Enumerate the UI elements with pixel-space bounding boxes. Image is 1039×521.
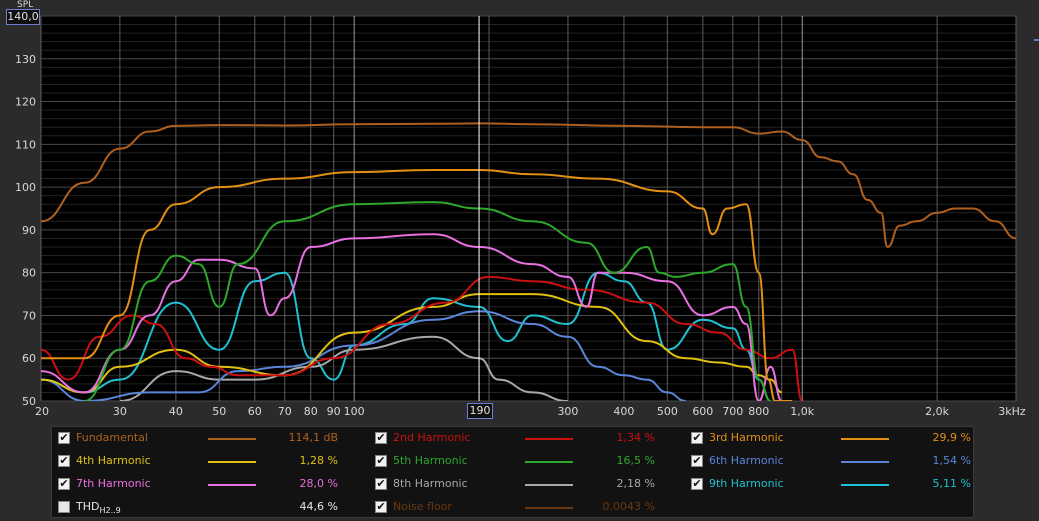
legend-swatch [525,461,573,463]
x-tick-label: 2,0k [925,405,949,418]
y-tick-label: 70 [22,309,36,322]
legend-name: 8th Harmonic [393,477,468,490]
x-tick-label: 60 [248,405,262,418]
legend-value: 0,0043 % [602,500,655,513]
x-tick-label: 3kHz [998,405,1026,418]
x-tick-label: 400 [613,405,634,418]
y-tick-label: 60 [22,352,36,365]
x-tick-label: 600 [692,405,713,418]
legend-checkbox-4th-harmonic[interactable]: ✔ [58,455,70,467]
x-tick-label: 30 [113,405,127,418]
legend-value: 16,5 % [616,454,655,467]
legend-checkbox-9th-harmonic[interactable]: ✔ [691,478,703,490]
x-tick-label: 50 [212,405,226,418]
legend-item-noise-floor[interactable]: ✔ Noise floor 0,0043 % [373,498,673,518]
legend-swatch [525,438,573,440]
legend-checkbox-noise-floor[interactable]: ✔ [375,501,387,513]
legend-name-subscript: H2..9 [99,506,121,516]
y-tick-label: 110 [15,138,36,151]
legend-swatch [525,507,573,509]
legend-value: 114,1 dB [288,431,338,444]
y-readout-box[interactable]: 140,0 [6,9,40,25]
y-tick-label: 90 [22,224,36,237]
legend-value: 29,9 % [932,431,971,444]
legend-item-thd[interactable]: THDH2..9 44,6 % [56,498,356,518]
y-tick-label: 130 [15,53,36,66]
legend-checkbox-7th-harmonic[interactable]: ✔ [58,478,70,490]
legend-item-8th-harmonic[interactable]: ✔ 8th Harmonic 2,18 % [373,475,673,495]
legend-value: 5,11 % [932,477,971,490]
y-tick-label: 50 [22,395,36,408]
legend-value: 1,34 % [616,431,655,444]
legend-swatch [841,484,889,486]
legend-name: 6th Harmonic [709,454,784,467]
y-tick-label: 120 [15,96,36,109]
legend-swatch [525,484,573,486]
legend-value: 2,18 % [616,477,655,490]
legend-value: 28,0 % [299,477,338,490]
legend-value: 1,28 % [299,454,338,467]
x-tick-label: 100 [344,405,365,418]
x-tick-label: 500 [657,405,678,418]
legend-item-2nd-harmonic[interactable]: ✔ 2nd Harmonic 1,34 % [373,429,673,449]
legend-item-7th-harmonic[interactable]: ✔ 7th Harmonic 28,0 % [56,475,356,495]
x-tick-label: 80 [304,405,318,418]
legend-item-fundamental[interactable]: ✔ Fundamental 114,1 dB [56,429,356,449]
x-tick-label: 90 [327,405,341,418]
legend-swatch [841,461,889,463]
x-tick-label: 800 [748,405,769,418]
scroll-marker[interactable] [1034,39,1039,41]
plot-background [41,16,1016,401]
x-tick-label: 300 [557,405,578,418]
legend-name: 9th Harmonic [709,477,784,490]
legend-checkbox-thd[interactable] [58,501,70,513]
x-tick-label: 70 [278,405,292,418]
legend-item-4th-harmonic[interactable]: ✔ 4th Harmonic 1,28 % [56,452,356,472]
legend-value: 1,54 % [932,454,971,467]
legend-swatch [208,461,256,463]
legend-swatch [208,484,256,486]
x-tick-label: 40 [169,405,183,418]
legend-checkbox-6th-harmonic[interactable]: ✔ [691,455,703,467]
legend-checkbox-8th-harmonic[interactable]: ✔ [375,478,387,490]
y-tick-label: 80 [22,267,36,280]
legend-name: 5th Harmonic [393,454,468,467]
x-axis-ticks: 20 30 40 50 60 70 80 90 100 300 400 500 600 700 800 1,0… [35,405,1026,418]
legend-name: THDH2..9 [76,500,121,516]
legend: ✔ Fundamental 114,1 dB ✔ 2nd Harmonic 1,34 % ✔… [51,426,974,518]
legend-swatch [841,438,889,440]
legend-name: 4th Harmonic [76,454,151,467]
legend-item-9th-harmonic[interactable]: ✔ 9th Harmonic 5,11 % [689,475,989,495]
legend-swatch [208,438,256,440]
legend-value: 44,6 % [299,500,338,513]
y-tick-label: 100 [15,181,36,194]
legend-item-6th-harmonic[interactable]: ✔ 6th Harmonic 1,54 % [689,452,989,472]
legend-checkbox-fundamental[interactable]: ✔ [58,432,70,444]
legend-checkbox-5th-harmonic[interactable]: ✔ [375,455,387,467]
legend-name: 2nd Harmonic [393,431,471,444]
legend-checkbox-3rd-harmonic[interactable]: ✔ [691,432,703,444]
legend-name: Fundamental [76,431,148,444]
legend-checkbox-2nd-harmonic[interactable]: ✔ [375,432,387,444]
x-tick-label: 1,0k [790,405,814,418]
legend-name: 3rd Harmonic [709,431,784,444]
y-axis-ticks: 50 60 70 80 90 100 110 120 130 [15,53,36,408]
x-readout-box[interactable]: 190 [467,403,493,419]
x-tick-label: 700 [722,405,743,418]
spl-chart: 5060708090100110120130 20 30 40 50 60 70 80 90 1… [15,15,1026,418]
legend-item-5th-harmonic[interactable]: ✔ 5th Harmonic 16,5 % [373,452,673,472]
legend-name: 7th Harmonic [76,477,151,490]
legend-item-3rd-harmonic[interactable]: ✔ 3rd Harmonic 29,9 % [689,429,989,449]
x-tick-label: 20 [35,405,49,418]
legend-name: Noise floor [393,500,452,513]
